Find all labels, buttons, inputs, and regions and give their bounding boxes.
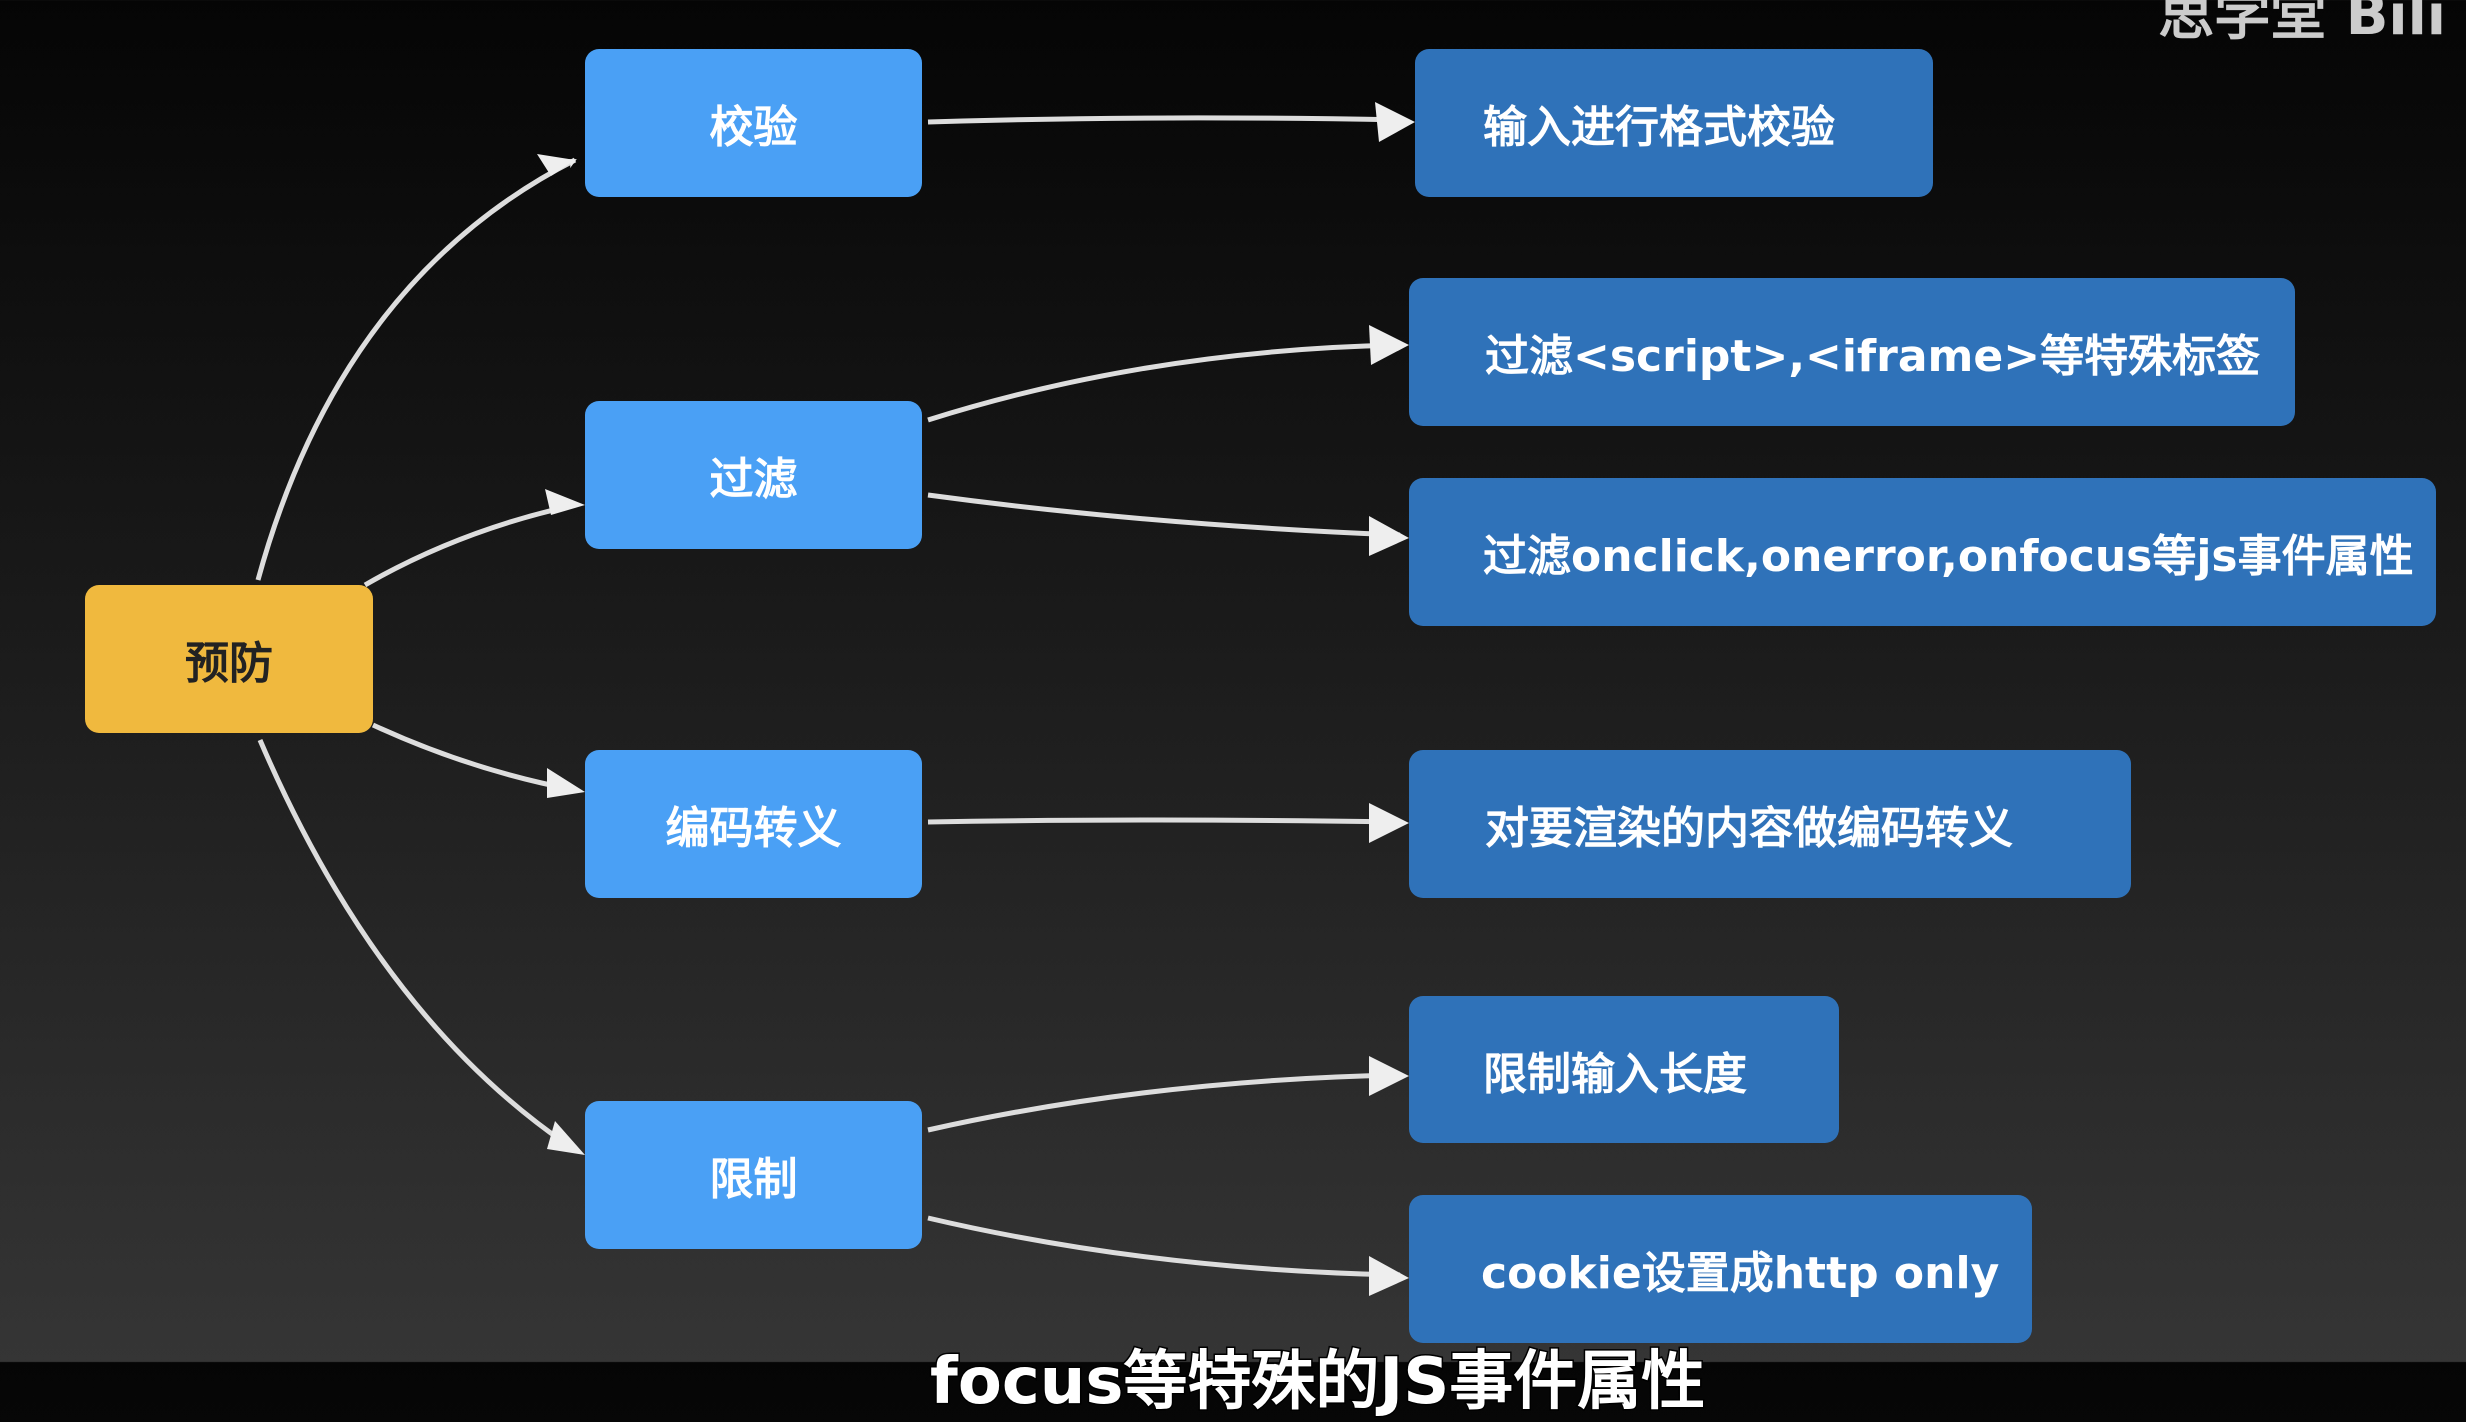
arrow-limit-leaf2 [927, 1215, 1401, 1278]
arrow-filter-leaf1 [927, 342, 1401, 423]
arrow-filter-leaf2 [927, 492, 1401, 538]
node-encode: 编码转义 [585, 750, 922, 898]
arrow-root-to-filter [363, 502, 576, 588]
arrow-encode-leaf [927, 817, 1401, 825]
arrow-limit-leaf1 [927, 1072, 1401, 1133]
leaf-limit-length: 限制输入长度 [1409, 996, 1839, 1143]
node-verify: 校验 [585, 49, 922, 197]
leaf-encode-content: 对要渲染的内容做编码转义 [1409, 750, 2131, 898]
node-filter: 过滤 [585, 401, 922, 549]
arrow-root-to-limit [257, 739, 577, 1153]
node-limit: 限制 [585, 1101, 922, 1249]
leaf-filter-events: 过滤onclick,onerror,onfocus等js事件属性 [1409, 478, 2436, 626]
leaf-httponly-cookie: cookie设置成http only [1409, 1195, 2032, 1343]
video-subtitle: focus等特殊的JS事件属性 [928, 1344, 1706, 1421]
watermark: 思学堂 Bili [2158, 0, 2446, 48]
node-root: 预防 [85, 585, 373, 733]
leaf-filter-tags: 过滤<script>,<iframe>等特殊标签 [1409, 278, 2295, 426]
arrow-root-to-encode [371, 722, 576, 793]
leaf-format-check: 输入进行格式校验 [1415, 49, 1933, 197]
arrow-verify-leaf [927, 115, 1406, 125]
